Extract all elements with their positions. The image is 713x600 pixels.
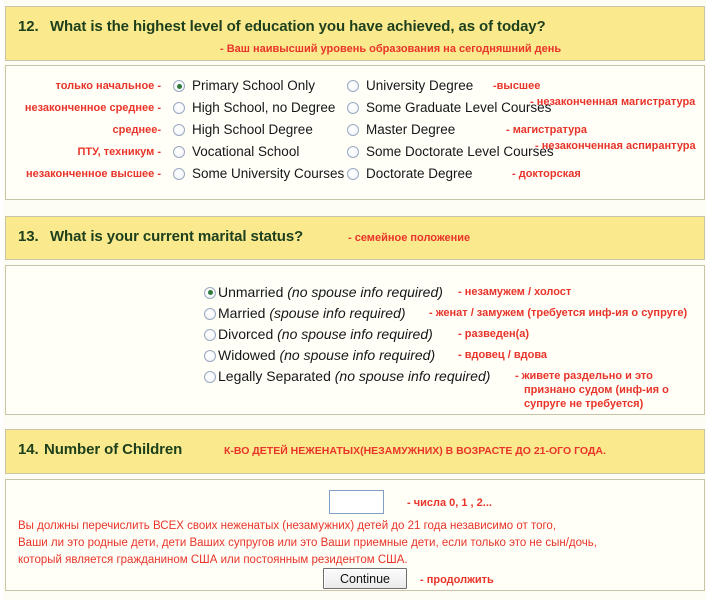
q13-option-ru-1: - женат / замужем (требуется инф-ия о су… xyxy=(429,307,688,319)
left-margin xyxy=(0,0,3,600)
q14-paragraph-line-2: Ваши ли это родные дети, дети Ваших супр… xyxy=(18,537,597,549)
q12-option-some-doctorate-level-courses[interactable]: Some Doctorate Level Courses xyxy=(347,142,554,162)
q12-left-label-4: незаконченное высшее - xyxy=(25,168,161,180)
q13-option-ru-4-line3: супруге не требуется) xyxy=(524,398,644,410)
question-14-subtitle-ru: К-ВО ДЕТЕЙ НЕЖЕНАТЫХ(НЕЗАМУЖНИХ) В ВОЗРА… xyxy=(224,445,606,457)
question-13-number: 13. xyxy=(18,228,39,245)
question-14-header: 14. Number of Children К-ВО ДЕТЕЙ НЕЖЕНА… xyxy=(5,429,705,474)
q12-right-label-1: - незаконченная магистратура xyxy=(530,96,696,108)
question-12-number: 12. xyxy=(18,18,39,35)
radio-icon-some-graduate-level-courses[interactable] xyxy=(347,102,359,114)
question-14-title: Number of Children xyxy=(44,441,183,458)
radio-icon-master-degree[interactable] xyxy=(347,124,359,136)
radio-icon-vocational-school[interactable] xyxy=(173,146,185,158)
q12-option-some-university-courses[interactable]: Some University Courses xyxy=(173,164,344,184)
q14-paragraph-line-3: который является гражданином США или пос… xyxy=(18,554,408,566)
question-12-subtitle-ru: - Ваш наивысший уровень образования на с… xyxy=(220,43,562,55)
q14-paragraph-line-1: Вы должны перечислить ВСЕХ своих неженат… xyxy=(18,520,557,532)
q12-option-label-6: Some Graduate Level Courses xyxy=(366,100,552,115)
q13-option-label-3: Widowed xyxy=(218,347,280,363)
q12-option-label-0: Primary School Only xyxy=(192,78,316,93)
continue-button[interactable]: Continue xyxy=(323,568,407,589)
q12-option-vocational-school[interactable]: Vocational School xyxy=(173,142,299,162)
right-margin xyxy=(706,0,713,600)
q13-option-label-2: Divorced xyxy=(218,326,278,342)
question-12-header: 12. What is the highest level of educati… xyxy=(5,6,705,61)
q13-option-note-2: (no spouse info required) xyxy=(277,326,433,342)
q12-option-primary-school-only[interactable]: Primary School Only xyxy=(173,76,315,96)
radio-icon-married[interactable] xyxy=(204,307,216,320)
survey-page: 12. What is the highest level of educati… xyxy=(0,0,713,600)
radio-icon-widowed[interactable] xyxy=(204,349,216,362)
q12-right-label-4: - докторская xyxy=(512,168,581,180)
radio-icon-unmarried[interactable] xyxy=(204,286,216,299)
q12-left-label-0: только начальное - xyxy=(55,80,161,92)
q12-option-some-graduate-level-courses[interactable]: Some Graduate Level Courses xyxy=(347,98,551,118)
q12-option-label-7: Master Degree xyxy=(366,122,456,137)
radio-icon-doctorate-degree[interactable] xyxy=(347,168,359,180)
question-12-title: What is the highest level of education y… xyxy=(50,18,546,35)
q13-option-label-1: Married xyxy=(218,305,270,321)
q12-option-label-2: High School Degree xyxy=(192,122,313,137)
q13-option-ru-2: - разведен(а) xyxy=(458,328,530,340)
q12-option-label-4: Some University Courses xyxy=(192,166,345,181)
radio-icon-university-degree[interactable] xyxy=(347,80,359,92)
q13-option-married[interactable]: Married (spouse info required) xyxy=(204,303,406,324)
q12-left-label-3: ПТУ, техникум - xyxy=(77,146,161,158)
q13-option-legally-separated[interactable]: Legally Separated (no spouse info requir… xyxy=(204,366,490,387)
radio-icon-primary-school-only[interactable] xyxy=(173,80,185,92)
q12-left-label-2: среднее- xyxy=(112,124,161,136)
q13-option-ru-0: - незамужем / холост xyxy=(458,286,572,298)
q12-option-university-degree[interactable]: University Degree xyxy=(347,76,473,96)
continue-hint-ru: - продолжить xyxy=(420,574,494,586)
number-of-children-hint-ru: - числа 0, 1 , 2... xyxy=(407,497,492,509)
radio-icon-divorced[interactable] xyxy=(204,328,216,341)
q12-option-label-5: University Degree xyxy=(366,78,474,93)
q12-option-high-school-no-degree[interactable]: High School, no Degree xyxy=(173,98,335,118)
radio-icon-high-school-degree[interactable] xyxy=(173,124,185,136)
q13-option-divorced[interactable]: Divorced (no spouse info required) xyxy=(204,324,433,345)
q13-option-note-3: (no spouse info required) xyxy=(279,347,436,363)
q12-option-label-8: Some Doctorate Level Courses xyxy=(366,144,554,159)
question-13-header: 13. What is your current marital status?… xyxy=(5,216,705,260)
question-13-subtitle-ru: - семейное положение xyxy=(348,232,471,244)
q12-right-label-3: - незаконченная аспирантура xyxy=(535,140,696,152)
q12-left-label-1: незаконченное среднее - xyxy=(24,102,161,114)
q13-option-label-4: Legally Separated xyxy=(218,368,335,384)
q13-option-note-1: (spouse info required) xyxy=(269,305,406,321)
radio-icon-legally-separated[interactable] xyxy=(204,370,216,383)
number-of-children-input[interactable] xyxy=(329,490,384,514)
question-14-number: 14. xyxy=(18,441,39,458)
q13-option-note-0: (no spouse info required) xyxy=(287,284,443,300)
q13-option-unmarried[interactable]: Unmarried (no spouse info required) xyxy=(204,282,443,303)
q13-option-label-0: Unmarried xyxy=(218,284,288,300)
q12-option-label-9: Doctorate Degree xyxy=(366,166,473,181)
question-12-body: только начальное - незаконченное среднее… xyxy=(5,65,705,200)
q12-option-high-school-degree[interactable]: High School Degree xyxy=(173,120,313,140)
q12-option-master-degree[interactable]: Master Degree xyxy=(347,120,455,140)
question-14-body: - числа 0, 1 , 2... Вы должны перечислит… xyxy=(5,479,705,591)
q13-option-ru-3: - вдовец / вдова xyxy=(458,349,548,361)
q13-option-note-4: (no spouse info required) xyxy=(334,368,491,384)
question-13-body: Unmarried (no spouse info required) - не… xyxy=(5,265,705,415)
radio-icon-some-university-courses[interactable] xyxy=(173,168,185,180)
radio-icon-high-school-no-degree[interactable] xyxy=(173,102,185,114)
q12-option-doctorate-degree[interactable]: Doctorate Degree xyxy=(347,164,473,184)
radio-icon-some-doctorate-level-courses[interactable] xyxy=(347,146,359,158)
question-13-title: What is your current marital status? xyxy=(50,228,304,245)
q12-option-label-1: High School, no Degree xyxy=(192,100,336,115)
q13-option-widowed[interactable]: Widowed (no spouse info required) xyxy=(204,345,435,366)
q12-option-label-3: Vocational School xyxy=(192,144,300,159)
